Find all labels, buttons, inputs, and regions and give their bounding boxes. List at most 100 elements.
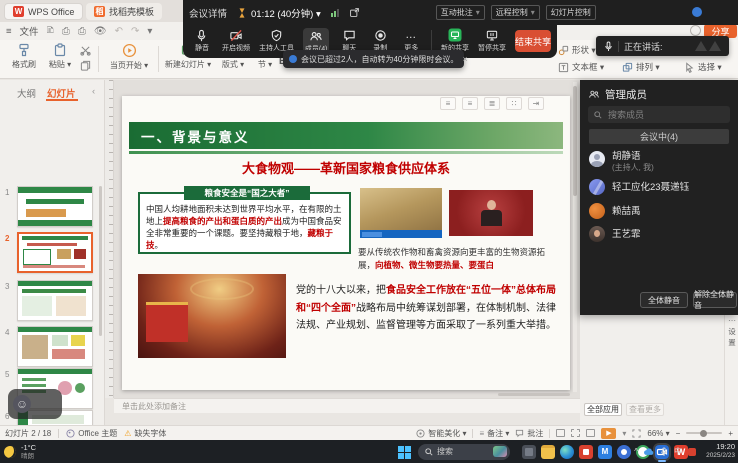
member-search-input[interactable] xyxy=(606,109,706,121)
slide-section-banner[interactable]: 一、背景与意义 xyxy=(129,122,563,149)
slide-thumbnail-1[interactable] xyxy=(17,186,93,227)
tab-outline[interactable]: 大纲 xyxy=(17,86,36,100)
end-share-button[interactable]: 结束共享 xyxy=(515,30,551,52)
member-row[interactable]: 赖喆禹 xyxy=(589,203,641,219)
zoom-in-button[interactable]: + xyxy=(728,429,733,438)
sidebar-settings-button[interactable]: 设置 xyxy=(725,326,738,348)
pop-out-icon[interactable] xyxy=(349,7,360,18)
redo-icon[interactable]: ↷ xyxy=(131,26,139,37)
mute-button[interactable]: 静音 xyxy=(191,28,213,53)
member-search-box[interactable] xyxy=(588,106,730,123)
missing-font-warning[interactable]: ⚠ 缺失字体 xyxy=(124,428,166,439)
zoom-level[interactable]: 66% ▾ xyxy=(647,429,669,438)
output-icon[interactable]: ⎙ xyxy=(62,26,70,37)
canvas-vertical-scrollbar[interactable] xyxy=(573,82,577,392)
weather-widget[interactable]: -1°C 晴朗 xyxy=(4,444,36,460)
notes-toggle-button[interactable]: ≡ 备注 ▾ xyxy=(479,428,509,439)
zoom-slider-handle[interactable] xyxy=(700,430,707,437)
sidebar-more-icon[interactable]: ⋯ xyxy=(728,316,736,325)
start-button[interactable] xyxy=(398,445,412,459)
tray-expand-button[interactable]: ^ xyxy=(634,447,638,456)
slide-canvas[interactable]: 一、背景与意义 大食物观——革新国家粮食供应体系 粮食安全是“国之大者” 中国人… xyxy=(114,80,580,398)
tray-badge-icon[interactable] xyxy=(688,448,696,456)
leader-meeting-image[interactable] xyxy=(449,190,533,236)
edge-browser-icon[interactable] xyxy=(560,445,574,459)
theme-button[interactable]: Office 主题 xyxy=(66,428,117,439)
unmute-all-button[interactable]: 解除全体静音 xyxy=(693,292,737,308)
cloud-icon[interactable] xyxy=(644,448,654,456)
slide-editing-area[interactable]: 一、背景与意义 大食物观——革新国家粮食供应体系 粮食安全是“国之大者” 中国人… xyxy=(122,96,570,390)
scrollbar-thumb[interactable] xyxy=(573,86,577,196)
app-red-icon[interactable] xyxy=(579,445,593,459)
app-blue-m-icon[interactable]: M xyxy=(598,445,612,459)
toast-close-icon[interactable]: × xyxy=(462,54,467,64)
comments-button[interactable]: 批注 xyxy=(515,428,543,439)
member-row[interactable]: 胡静语 (主持人, 我) xyxy=(589,151,654,173)
fullscreen-icon[interactable] xyxy=(632,429,641,438)
cut-button[interactable] xyxy=(80,45,91,56)
indent-icon[interactable]: ⇥ xyxy=(528,97,544,110)
mute-all-button[interactable]: 全体静音 xyxy=(640,292,688,308)
normal-view-button[interactable] xyxy=(556,429,565,437)
shapes-button[interactable]: 形状 ▾ xyxy=(558,44,596,56)
all-apps-button[interactable]: 全部应用 xyxy=(584,403,622,416)
arrange-button[interactable]: 排列 ▾ xyxy=(622,61,660,73)
preview-icon[interactable]: 👁 xyxy=(94,26,107,37)
pause-share-button[interactable]: 暂停共享 xyxy=(478,28,506,53)
slide-thumbnail-3[interactable] xyxy=(17,280,93,321)
docer-template-tab[interactable]: 稻 找稻壳模板 xyxy=(86,3,162,20)
smart-beautify-button[interactable]: 智能美化 ▾ xyxy=(416,428,466,439)
canvas-horizontal-scrollbar[interactable] xyxy=(498,393,570,396)
more-apps-button[interactable]: 查看更多 xyxy=(626,403,664,416)
member-row[interactable]: 轻工应化23聂递钰 xyxy=(589,179,689,195)
format-painter-button[interactable]: 格式刷 xyxy=(6,43,42,70)
wheat-harvest-image[interactable] xyxy=(360,188,442,238)
print-icon[interactable]: ⎙ xyxy=(78,26,86,37)
member-row[interactable]: 王艺霏 xyxy=(589,226,641,242)
copy-button[interactable] xyxy=(80,60,91,71)
textbox-button[interactable]: 文本框 ▾ xyxy=(558,61,604,73)
wps-home-tab[interactable]: W WPS Office xyxy=(4,3,83,20)
policy-paragraph[interactable]: 党的十八大以来，把食品安全工作放在“五位一体”总体布局和“四个全面”战略布局中统… xyxy=(296,282,558,335)
meeting-timer[interactable]: 01:12 (40分钟) ▾ xyxy=(251,6,321,20)
slide-sorter-view-button[interactable] xyxy=(571,429,580,437)
bullet-list-icon[interactable]: ∷ xyxy=(506,97,522,110)
save-icon[interactable]: 🗈 xyxy=(47,23,54,40)
align-left-icon[interactable]: ≡ xyxy=(440,97,456,110)
panel-scrollbar[interactable] xyxy=(99,186,102,336)
annotate-button[interactable]: 互动批注▾ xyxy=(436,5,485,20)
meeting-reaction-widget[interactable]: ☺ xyxy=(8,389,62,419)
reading-view-button[interactable] xyxy=(586,429,595,437)
tab-slides[interactable]: 幻灯片 xyxy=(47,86,76,100)
select-button[interactable]: 选择 ▾ xyxy=(684,61,722,73)
camera-button[interactable]: 开启视频 xyxy=(222,28,250,53)
help-icon[interactable] xyxy=(690,25,701,36)
file-explorer-icon[interactable] xyxy=(541,445,555,459)
ime-indicator[interactable]: 中 xyxy=(674,446,682,457)
taskbar-clock[interactable]: 19:20 2025/2/23 xyxy=(706,442,735,460)
play-from-current-button[interactable]: 当页开始 ▾ xyxy=(104,43,154,71)
grain-security-box[interactable]: 粮食安全是“国之大者” 中国人均耕地面积未达到世界平均水平，在有限的土地上提高粮… xyxy=(138,192,351,254)
zoom-out-button[interactable]: − xyxy=(676,429,681,438)
meeting-details-button[interactable]: 会议详情 xyxy=(189,6,227,20)
tray-mic-icon[interactable] xyxy=(660,447,668,457)
taskbar-search[interactable]: 搜索 xyxy=(418,444,510,460)
undo-icon[interactable]: ↶ xyxy=(115,26,123,37)
bio-resource-caption[interactable]: 要从传统农作物和畜禽资源向更丰富的生物资源拓展，向植物、微生物要热量、要蛋白 xyxy=(358,246,546,272)
great-hall-image[interactable] xyxy=(138,274,286,358)
task-view-icon[interactable] xyxy=(522,445,536,459)
align-center-icon[interactable]: ≡ xyxy=(462,97,478,110)
slide-control-button[interactable]: 幻灯片控制 xyxy=(546,5,596,20)
file-menu[interactable]: 文件 xyxy=(20,24,39,38)
in-meeting-section-header[interactable]: 会议中(4) xyxy=(589,129,729,144)
slide-thumbnail-2-active[interactable] xyxy=(17,232,93,273)
remote-control-button[interactable]: 远程控制▾ xyxy=(491,5,540,20)
collapse-panel-button[interactable]: ‹ xyxy=(92,86,95,97)
app-blue-icon[interactable] xyxy=(617,445,631,459)
notes-bar[interactable]: 单击此处添加备注 xyxy=(114,398,580,413)
slideshow-button[interactable]: ▶ xyxy=(601,428,616,439)
line-spacing-icon[interactable]: ≣ xyxy=(484,97,500,110)
slideshow-dropdown-icon[interactable]: ▾ xyxy=(622,429,626,438)
menu-chevron-icon[interactable]: ▾ xyxy=(147,26,152,37)
zoom-slider[interactable] xyxy=(686,432,722,434)
